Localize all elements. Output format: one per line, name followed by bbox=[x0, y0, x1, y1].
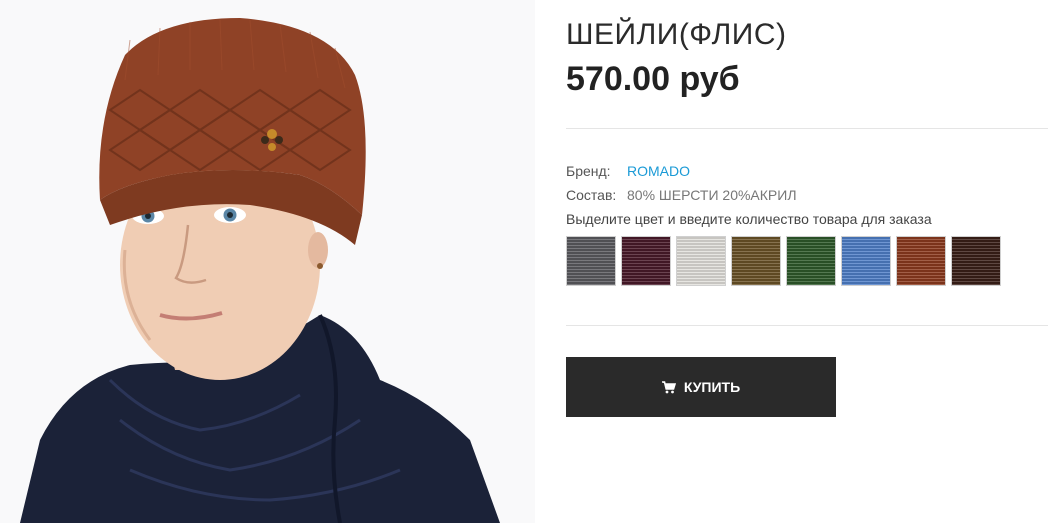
divider bbox=[566, 128, 1048, 129]
color-swatch[interactable] bbox=[896, 236, 946, 286]
product-image[interactable] bbox=[0, 0, 535, 523]
color-swatches bbox=[566, 236, 1001, 286]
composition-value: 80% ШЕРСТИ 20%АКРИЛ bbox=[627, 187, 797, 203]
color-swatch[interactable] bbox=[731, 236, 781, 286]
brand-row: Бренд: ROMADO bbox=[566, 163, 690, 179]
model-photo bbox=[0, 0, 535, 523]
composition-row: Состав: 80% ШЕРСТИ 20%АКРИЛ bbox=[566, 187, 797, 203]
product-title: ШЕЙЛИ(ФЛИС) bbox=[566, 18, 787, 51]
color-swatch[interactable] bbox=[951, 236, 1001, 286]
brand-label: Бренд: bbox=[566, 163, 611, 179]
product-price: 570.00 руб bbox=[566, 60, 740, 98]
color-swatch[interactable] bbox=[841, 236, 891, 286]
buy-button[interactable]: КУПИТЬ bbox=[566, 357, 836, 417]
buy-button-label: КУПИТЬ bbox=[683, 379, 741, 395]
cart-icon bbox=[661, 380, 676, 393]
divider bbox=[566, 325, 1048, 326]
color-swatch[interactable] bbox=[786, 236, 836, 286]
color-swatch[interactable] bbox=[621, 236, 671, 286]
composition-label: Состав: bbox=[566, 187, 617, 203]
color-swatch[interactable] bbox=[566, 236, 616, 286]
color-hint: Выделите цвет и введите количество товар… bbox=[566, 211, 932, 227]
product-info: ШЕЙЛИ(ФЛИС) 570.00 руб Бренд: ROMADO Сост… bbox=[566, 0, 1048, 523]
color-swatch[interactable] bbox=[676, 236, 726, 286]
brand-link[interactable]: ROMADO bbox=[627, 163, 690, 179]
